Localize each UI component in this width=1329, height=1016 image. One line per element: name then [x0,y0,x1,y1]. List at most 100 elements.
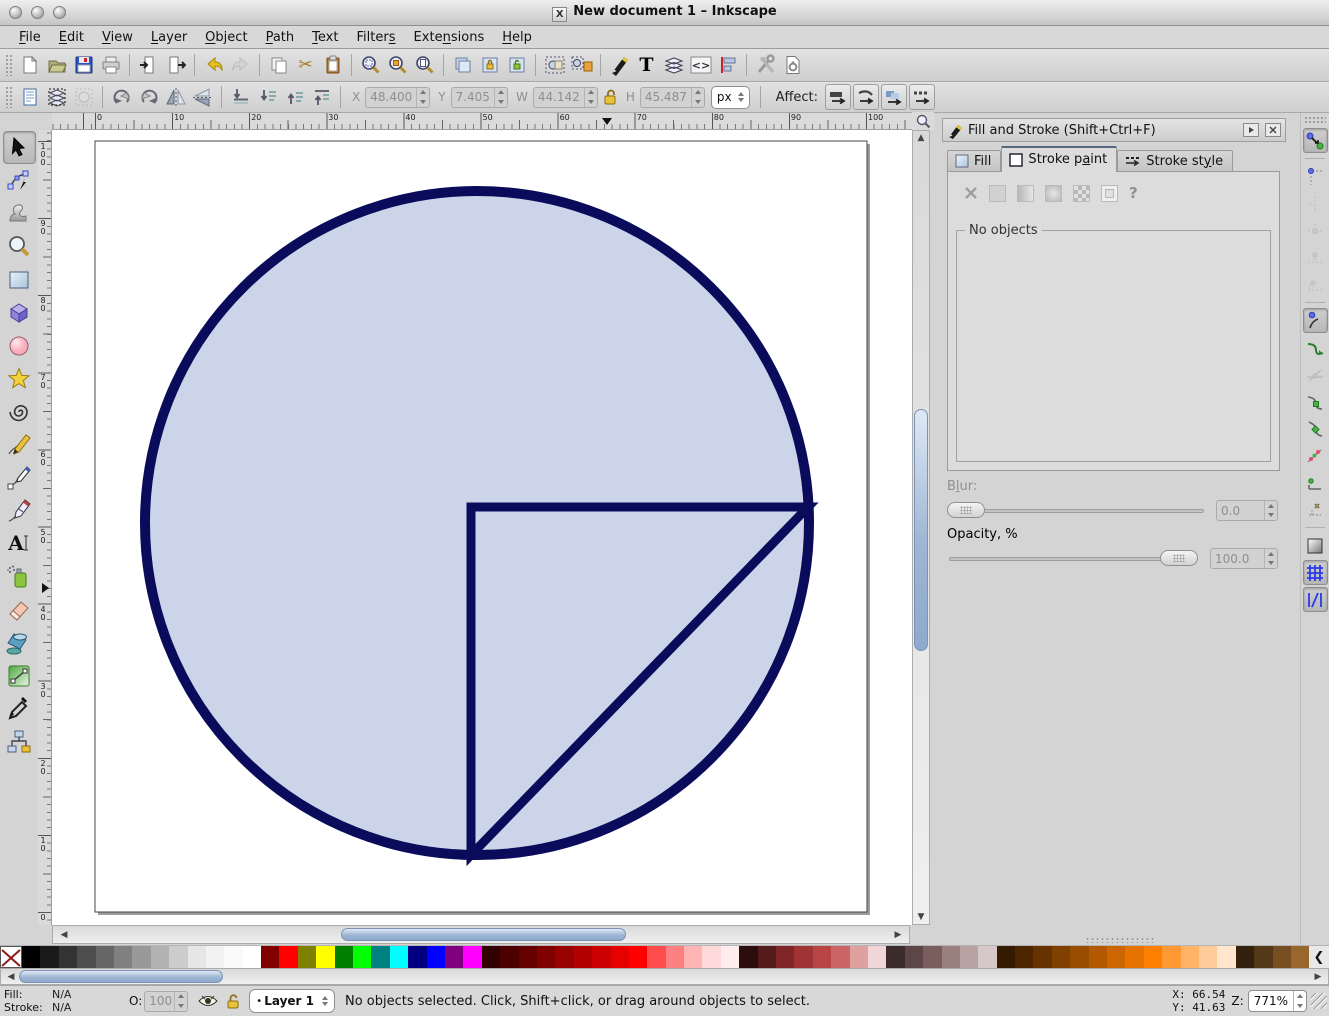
select-all-icon[interactable] [16,84,43,111]
palette-scrollbar[interactable]: ◀ ▶ [0,968,1329,985]
blur-slider[interactable] [947,502,1204,519]
palette-swatch[interactable] [794,946,812,968]
select-all-layers-icon[interactable] [43,84,70,111]
snap-nodes-icon[interactable] [1303,308,1328,333]
palette-swatch[interactable] [721,946,739,968]
units-dropdown[interactable]: px [711,86,750,109]
tool-node-editor[interactable] [3,164,36,197]
menu-view[interactable]: View [93,28,142,47]
palette-swatch[interactable] [831,946,849,968]
horizontal-ruler[interactable]: 0102030405060708090100 [52,113,912,130]
palette-swatch[interactable] [1107,946,1125,968]
linear-gradient-button[interactable] [1017,185,1034,202]
move-clones-toggle[interactable] [881,84,907,110]
scroll-down-arrow[interactable]: ▼ [913,912,929,922]
snap-bbox-corners-icon[interactable] [1303,218,1328,243]
palette-swatch[interactable] [592,946,610,968]
opacity-value-field[interactable]: 100.0 [1210,548,1278,569]
palette-swatch[interactable] [1217,946,1235,968]
flip-vertical-icon[interactable] [189,84,216,111]
group-icon[interactable] [541,52,568,79]
scroll-right-arrow[interactable]: ▶ [890,930,906,940]
scroll-up-arrow[interactable]: ▲ [913,133,929,143]
palette-swatch[interactable] [1033,946,1051,968]
pattern-button[interactable] [1073,185,1090,202]
menu-text[interactable]: Text [303,28,347,47]
import-icon[interactable] [135,52,162,79]
palette-swatch[interactable] [1181,946,1199,968]
h-field[interactable]: 45.487 [640,87,705,108]
palette-swatch[interactable] [59,946,77,968]
menu-layer[interactable]: Layer [142,28,196,47]
palette-swatch[interactable] [298,946,316,968]
palette-swatch[interactable] [353,946,371,968]
palette-swatch[interactable] [905,946,923,968]
raise-to-top-icon[interactable] [308,84,335,111]
palette-swatch[interactable] [611,946,629,968]
snap-grid-icon[interactable] [1303,560,1328,585]
snap-path-intersections-icon[interactable] [1303,362,1328,387]
menu-filters[interactable]: Filters [347,28,404,47]
fill-stroke-dialog-icon[interactable] [606,52,633,79]
menu-file[interactable]: File [10,28,50,47]
snap-guides-icon[interactable] [1303,587,1328,612]
palette-swatch[interactable] [1125,946,1143,968]
tool-tweak[interactable] [3,197,36,230]
palette-swatch[interactable] [942,946,960,968]
toolbar-grip[interactable] [5,86,13,108]
move-gradients-toggle[interactable] [825,84,851,110]
palette-swatch[interactable] [261,946,279,968]
palette-swatch[interactable] [850,946,868,968]
palette-swatch[interactable] [1144,946,1162,968]
undo-icon[interactable] [200,52,227,79]
snap-enable-icon[interactable] [1303,128,1328,153]
unlink-clone-icon[interactable] [503,52,530,79]
palette-overflow-arrow[interactable]: ❮ [1309,946,1329,968]
palette-swatch[interactable] [647,946,665,968]
snap-object-centers-icon[interactable] [1303,470,1328,495]
tab-stroke-paint[interactable]: Stroke paint [1001,146,1117,172]
palette-swatch[interactable] [960,946,978,968]
palette-swatch[interactable] [1273,946,1291,968]
flip-horizontal-icon[interactable] [162,84,189,111]
palette-swatch[interactable] [555,946,573,968]
palette-swatch[interactable] [574,946,592,968]
palette-swatch[interactable] [316,946,334,968]
snap-bounding-box-icon[interactable] [1303,164,1328,189]
snap-rotation-center-icon[interactable] [1303,497,1328,522]
lower-icon[interactable] [254,84,281,111]
tool-pencil[interactable] [3,428,36,461]
tab-fill[interactable]: Fill [947,150,1001,172]
fill-stroke-indicator[interactable]: Fill:N/A Stroke:N/A [0,986,115,1016]
export-icon[interactable] [162,52,189,79]
tool-eraser[interactable] [3,593,36,626]
snap-smooth-nodes-icon[interactable] [1303,416,1328,441]
move-patterns-toggle[interactable] [853,84,879,110]
paste-icon[interactable] [319,52,346,79]
panel-close-button[interactable] [1265,123,1281,137]
x-field[interactable]: 48.400 [365,87,430,108]
horizontal-scrollbar[interactable]: ◀ ▶ [52,925,910,944]
palette-swatch[interactable] [169,946,187,968]
snap-midpoints-icon[interactable] [1303,443,1328,468]
tool-text[interactable]: A [3,527,36,560]
zoom-selection-icon[interactable] [357,52,384,79]
zoom-drawing-icon[interactable] [384,52,411,79]
radial-gradient-button[interactable] [1045,185,1062,202]
palette-swatch[interactable] [776,946,794,968]
align-dialog-icon[interactable] [714,52,741,79]
snap-paths-icon[interactable] [1303,335,1328,360]
palette-swatch[interactable] [1015,946,1033,968]
duplicate-icon[interactable] [449,52,476,79]
palette-swatch[interactable] [1291,946,1309,968]
palette-swatch[interactable] [40,946,58,968]
lock-ratio-icon[interactable] [600,84,620,111]
tool-3d-box[interactable] [3,296,36,329]
palette-swatch[interactable] [1089,946,1107,968]
create-clone-icon[interactable] [476,52,503,79]
tool-dropper[interactable] [3,692,36,725]
tool-paint-bucket[interactable] [3,626,36,659]
palette-swatch[interactable] [243,946,261,968]
palette-swatch[interactable] [868,946,886,968]
palette-swatch[interactable] [666,946,684,968]
